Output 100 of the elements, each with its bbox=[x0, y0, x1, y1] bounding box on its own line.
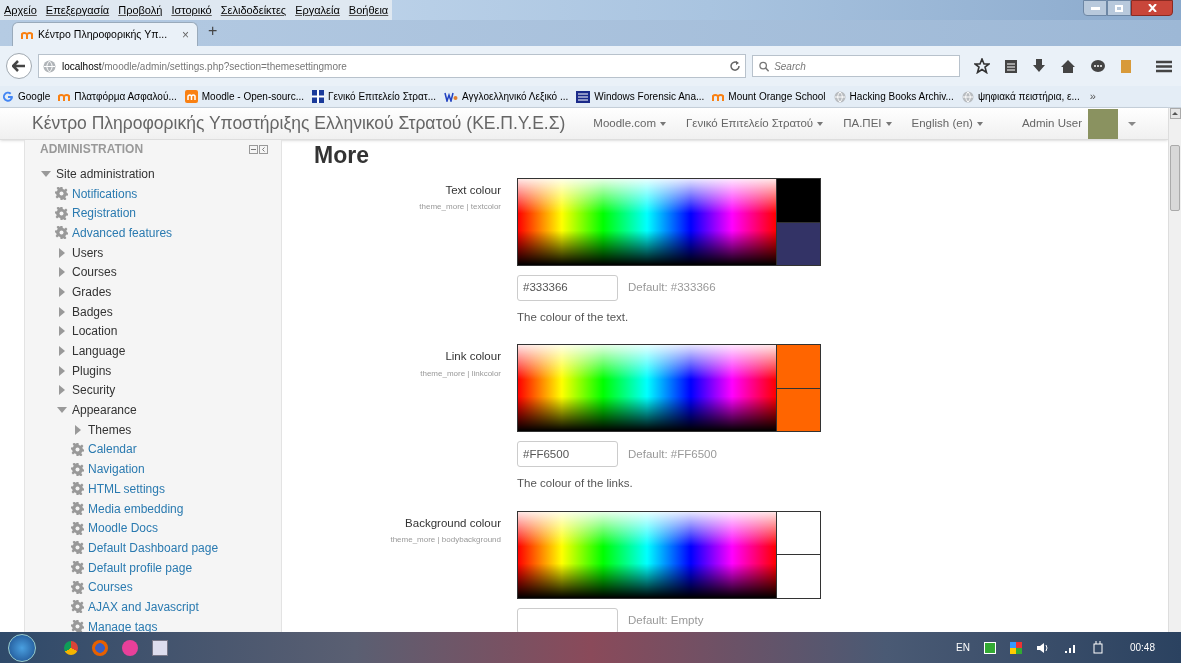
setting-label: Text colour bbox=[445, 183, 501, 198]
sidebar-item[interactable]: Appearance bbox=[72, 401, 137, 420]
sidebar-item[interactable]: Plugins bbox=[72, 361, 112, 380]
close-button[interactable] bbox=[1131, 0, 1173, 16]
gear-icon bbox=[71, 502, 84, 516]
document-icon[interactable] bbox=[152, 639, 168, 656]
bookmark-link[interactable]: Moodle - Open-sourc... bbox=[201, 89, 304, 104]
gear-icon bbox=[55, 206, 68, 220]
expanded-arrow-icon[interactable] bbox=[39, 170, 52, 177]
colour-picker[interactable] bbox=[517, 344, 821, 433]
colour-picker[interactable] bbox=[517, 510, 821, 599]
nav-menu[interactable]: Moodle.com bbox=[593, 114, 666, 133]
sidebar-link[interactable]: Notifications bbox=[72, 184, 138, 203]
browser-tab[interactable]: Κέντρο Πληροφορικής Υπ... × bbox=[12, 22, 198, 46]
sidebar-item[interactable]: Language bbox=[72, 342, 126, 361]
site-title[interactable]: Κέντρο Πληροφορικής Υποστήριξης Ελληνικού Στρατού (ΚΕ.Π.Υ.Ε.Σ) bbox=[32, 110, 566, 137]
globe-icon bbox=[43, 59, 56, 73]
bookmark-link[interactable]: Mount Orange School bbox=[728, 89, 826, 104]
dock-icon[interactable] bbox=[259, 144, 268, 154]
home-icon[interactable] bbox=[1060, 58, 1076, 74]
flag-icon[interactable] bbox=[1009, 641, 1022, 654]
sidebar-link[interactable]: Media embedding bbox=[88, 499, 184, 518]
chat-bubble-icon[interactable] bbox=[1090, 58, 1106, 74]
sidebar-link[interactable]: Advanced features bbox=[72, 223, 173, 242]
minimize-button[interactable] bbox=[1083, 0, 1107, 16]
expanded-arrow-icon[interactable] bbox=[55, 407, 68, 414]
bookmark-link[interactable]: Πλατφόρμα Ασφαλού... bbox=[74, 89, 177, 104]
bookmark-link[interactable]: Αγγλοελληνικό Λεξικό ... bbox=[462, 89, 569, 104]
bookmark-link[interactable]: ψηφιακά πειστήρια, ε... bbox=[977, 89, 1080, 104]
address-bar[interactable]: localhost/moodle/admin/settings.php?section=themesettingmore bbox=[38, 54, 746, 78]
tray-icon[interactable] bbox=[983, 641, 996, 654]
sidebar-link[interactable]: Calendar bbox=[88, 440, 137, 459]
bookmark-link[interactable]: Γενικό Επιτελείο Στρατ... bbox=[328, 89, 437, 104]
language-indicator[interactable]: EN bbox=[956, 640, 970, 655]
setting-label: Link colour bbox=[445, 349, 501, 365]
star-icon[interactable] bbox=[974, 58, 990, 74]
start-button[interactable] bbox=[8, 633, 36, 662]
menu-item[interactable]: Ιστορικό bbox=[171, 1, 212, 19]
search-input[interactable]: Search bbox=[774, 58, 953, 74]
firefox-icon[interactable] bbox=[92, 639, 108, 656]
sidebar-item[interactable]: Themes bbox=[88, 420, 132, 439]
app-icon[interactable] bbox=[122, 639, 138, 656]
colour-input[interactable]: #FF6500 bbox=[517, 441, 618, 468]
clock[interactable]: 00:48 bbox=[1129, 640, 1155, 655]
sidebar-link[interactable]: Navigation bbox=[88, 460, 145, 479]
sidebar-link[interactable]: AJAX and Javascript bbox=[88, 597, 199, 616]
moodle-icon bbox=[184, 90, 198, 103]
close-tab-icon[interactable]: × bbox=[182, 25, 189, 44]
sidebar-link[interactable]: Courses bbox=[88, 578, 133, 597]
book-icon[interactable] bbox=[1120, 58, 1132, 74]
sidebar-item[interactable]: Badges bbox=[72, 302, 113, 321]
collapse-icon[interactable] bbox=[249, 144, 258, 154]
sidebar-link[interactable]: Moodle Docs bbox=[88, 519, 159, 538]
nav-menu[interactable]: Γενικό Επιτελείο Στρατού bbox=[685, 114, 824, 133]
menu-item[interactable]: Επεξεργασία bbox=[45, 1, 110, 19]
sidebar-item[interactable]: Courses bbox=[72, 263, 117, 282]
sidebar-item[interactable]: Location bbox=[72, 322, 118, 341]
setting-description: The colour of the links. bbox=[517, 476, 634, 492]
default-value: Default: #333366 bbox=[628, 280, 716, 296]
bookmark-link[interactable]: Windows Forensic Ana... bbox=[594, 89, 705, 104]
colour-input[interactable]: #333366 bbox=[517, 275, 618, 301]
moodle-icon bbox=[712, 91, 725, 102]
bookmark-link[interactable]: Hacking Books Archiv... bbox=[849, 89, 954, 104]
clipboard-icon[interactable] bbox=[1004, 58, 1018, 74]
sidebar-item[interactable]: Grades bbox=[72, 282, 112, 301]
caret-icon[interactable] bbox=[1128, 121, 1136, 126]
sidebar-link[interactable]: Default profile page bbox=[88, 558, 193, 577]
colour-input[interactable] bbox=[517, 607, 618, 632]
sidebar-item[interactable]: Users bbox=[72, 243, 104, 262]
menu-item[interactable]: Αρχείο bbox=[4, 1, 37, 19]
download-icon[interactable] bbox=[1032, 58, 1046, 74]
menu-item[interactable]: Σελιδοδείκτες bbox=[220, 1, 287, 19]
menu-item[interactable]: Προβολή bbox=[118, 1, 163, 19]
speaker-icon[interactable] bbox=[1035, 641, 1050, 654]
new-tab-button[interactable]: + bbox=[208, 19, 218, 43]
search-icon bbox=[759, 60, 770, 72]
menu-icon[interactable] bbox=[1156, 59, 1172, 73]
avatar-placeholder bbox=[1088, 108, 1118, 139]
reload-icon[interactable] bbox=[729, 60, 741, 72]
nav-menu[interactable]: ΠΑ.ΠΕΙ bbox=[843, 114, 892, 133]
colour-picker[interactable] bbox=[517, 178, 821, 266]
search-field[interactable]: Search bbox=[752, 55, 960, 77]
menu-item[interactable]: Εργαλεία bbox=[295, 1, 340, 19]
back-button[interactable] bbox=[6, 53, 32, 79]
chrome-icon[interactable] bbox=[64, 640, 78, 655]
sidebar-item[interactable]: Security bbox=[72, 381, 116, 400]
default-value: Default: #FF6500 bbox=[628, 446, 717, 462]
sidebar-link[interactable]: Registration bbox=[72, 204, 137, 223]
sidebar-link[interactable]: Default Dashboard page bbox=[88, 538, 219, 557]
nav-menu[interactable]: English (en) bbox=[911, 114, 983, 133]
more-bookmarks-button[interactable]: » bbox=[1089, 88, 1096, 105]
power-icon[interactable] bbox=[1091, 641, 1104, 654]
maximize-button[interactable] bbox=[1107, 0, 1131, 16]
gear-icon bbox=[55, 226, 68, 240]
sidebar-item[interactable]: Site administration bbox=[56, 164, 155, 183]
scrollbar[interactable] bbox=[1168, 108, 1181, 632]
menu-item[interactable]: Βοήθεια bbox=[348, 1, 389, 19]
user-menu[interactable]: Admin User bbox=[1021, 114, 1082, 133]
sidebar-link[interactable]: HTML settings bbox=[88, 479, 165, 498]
bookmark-link[interactable]: Google bbox=[18, 89, 51, 104]
